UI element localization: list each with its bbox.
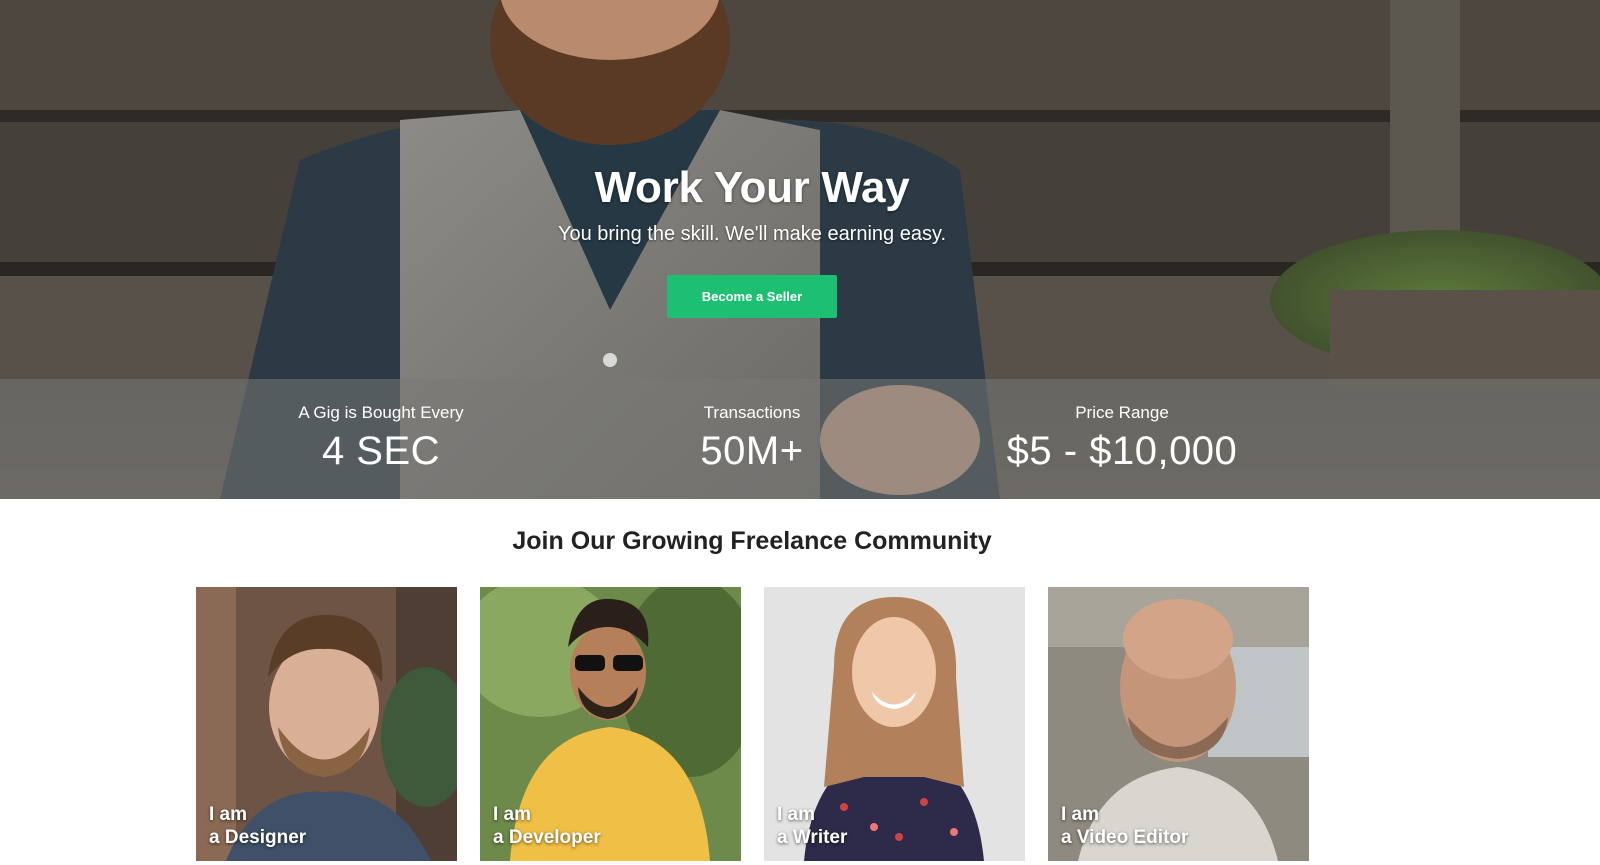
community-title: Join Our Growing Freelance Community — [512, 527, 992, 555]
stats-bar: A Gig is Bought Every 4 SEC Transactions… — [0, 379, 1600, 499]
card-writer[interactable]: I am a Writer — [764, 587, 1025, 861]
caption-line-2: a Developer — [493, 827, 601, 848]
hero-title: Work Your Way — [594, 163, 910, 212]
caption-line-1: I am — [1061, 804, 1100, 825]
stat-label: Price Range — [1075, 403, 1169, 422]
become-a-seller-button[interactable]: Become a Seller — [667, 275, 837, 318]
hero-section: Work Your Way You bring the skill. We'll… — [0, 0, 1600, 499]
card-developer[interactable]: I am a Developer — [480, 587, 741, 861]
stat-value: 50M+ — [700, 429, 804, 473]
hero-content: Work Your Way You bring the skill. We'll… — [0, 0, 1504, 318]
stat-value: $5 - $10,000 — [1006, 429, 1238, 473]
caption-line-2: a Designer — [209, 827, 307, 848]
caption-line-2: a Writer — [777, 827, 848, 848]
card-caption: I am a Designer — [209, 803, 306, 849]
caption-line-1: I am — [209, 804, 248, 825]
card-caption: I am a Writer — [777, 803, 847, 849]
hero-subtitle: You bring the skill. We'll make earning … — [557, 223, 947, 245]
stat-label: Transactions — [703, 403, 801, 422]
stat-label: A Gig is Bought Every — [298, 403, 464, 422]
card-video-editor[interactable]: I am a Video Editor — [1048, 587, 1309, 861]
card-caption: I am a Video Editor — [1061, 803, 1188, 849]
stat-transactions: Transactions 50M+ — [562, 403, 942, 474]
stat-gig-frequency: A Gig is Bought Every 4 SEC — [191, 403, 571, 474]
caption-line-2: a Video Editor — [1061, 827, 1189, 848]
card-designer[interactable]: I am a Designer — [196, 587, 457, 861]
caption-line-1: I am — [493, 804, 532, 825]
card-caption: I am a Developer — [493, 803, 601, 849]
caption-line-1: I am — [777, 804, 816, 825]
stat-value: 4 SEC — [321, 429, 441, 473]
stat-price-range: Price Range $5 - $10,000 — [932, 403, 1312, 474]
